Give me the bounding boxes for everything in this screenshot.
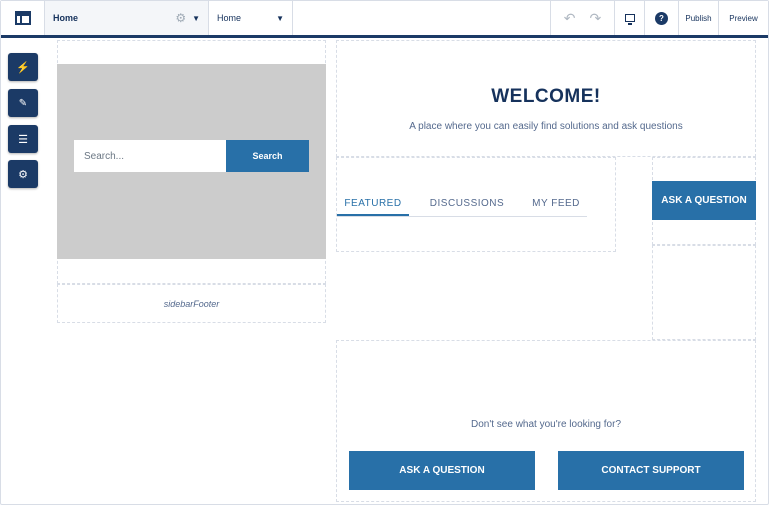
gear-icon: ⚙ [18,168,28,181]
page-tagline: A place where you can easily find soluti… [409,121,683,132]
lightning-icon: ⚡ [16,61,30,74]
view-selector-label: Home [217,13,242,23]
list-icon: ☰ [18,133,28,146]
chevron-down-icon: ▼ [276,13,284,23]
sidebar-footer-label: sidebarFooter [163,298,220,309]
settings-tool-button[interactable]: ⚙ [8,160,38,188]
builder-toolbar: Home ⚙ ▼ Home ▼ ↶ ↷ ? Publish Preview [1,1,768,38]
lightning-tool-button[interactable]: ⚡ [8,53,38,81]
page-settings-gear-icon[interactable]: ⚙ [175,11,186,25]
contact-support-button[interactable]: CONTACT SUPPORT [558,451,744,490]
chevron-down-icon[interactable]: ▼ [192,14,200,23]
preview-button[interactable]: Preview [719,1,768,35]
tab-discussions[interactable]: DISCUSSIONS [409,192,525,216]
list-tool-button[interactable]: ☰ [8,125,38,153]
side-region[interactable] [652,245,756,340]
view-selector[interactable]: Home ▼ [209,1,293,35]
monitor-icon [624,14,635,25]
publish-button[interactable]: Publish [679,1,719,35]
undo-icon[interactable]: ↶ [564,10,576,27]
layout-icon [14,11,31,25]
ask-question-button-bottom[interactable]: ASK A QUESTION [349,451,535,490]
tab-my-feed[interactable]: MY FEED [525,192,587,216]
page-title: WELCOME! [491,86,601,107]
help-icon: ? [655,11,668,25]
sidebar-footer[interactable]: sidebarFooter [57,284,326,323]
undo-redo-group: ↶ ↷ [551,1,615,35]
page-selector-label: Home [53,13,79,23]
app-launcher[interactable] [1,1,45,35]
page-selector[interactable]: Home ⚙ ▼ [45,1,209,35]
tab-featured[interactable]: FEATURED [337,192,409,216]
device-preview-button[interactable] [615,1,645,35]
help-button[interactable]: ? [645,1,679,35]
search-input[interactable]: Search... [74,140,226,172]
looking-for-text: Don't see what you're looking for? [470,419,621,430]
brush-icon: ✎ [18,97,28,109]
redo-icon[interactable]: ↷ [590,10,602,27]
feed-tabs: FEATURED DISCUSSIONS MY FEED [337,192,587,217]
ask-question-button[interactable]: ASK A QUESTION [652,181,756,220]
toolbar-spacer [293,1,551,35]
search-button[interactable]: Search [226,140,309,172]
brush-tool-button[interactable]: ✎ [8,89,38,117]
